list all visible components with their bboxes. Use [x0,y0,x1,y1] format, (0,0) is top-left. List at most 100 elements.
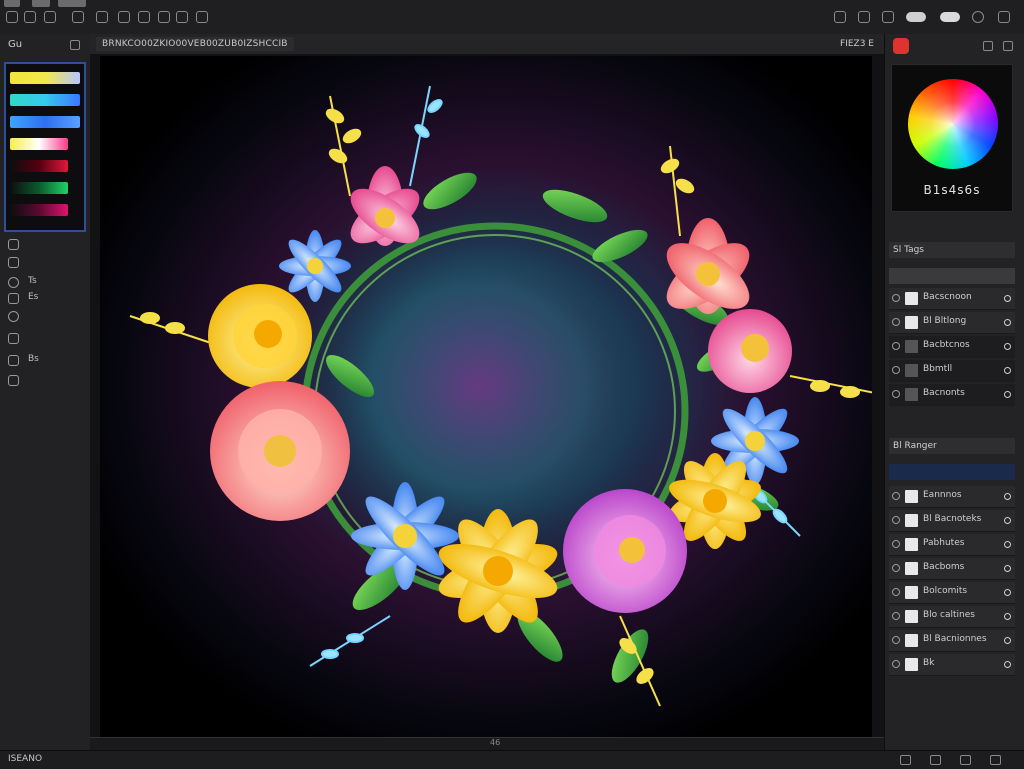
swatch[interactable] [10,138,68,150]
layer-row[interactable]: Bacnonts [889,384,1015,406]
swatch[interactable] [10,94,80,106]
layer-thumbnail [905,514,918,527]
status-icon[interactable] [900,755,911,765]
layer-options-icon[interactable] [1004,493,1011,500]
layer-options-icon[interactable] [1004,517,1011,524]
panel-menu-icon[interactable] [70,40,80,50]
blue-star-flower-bottom [351,482,459,590]
layer-search-bar[interactable] [889,268,1015,284]
view-icon[interactable] [158,11,170,23]
tool-row[interactable] [8,374,78,388]
swatch[interactable] [10,204,68,216]
visibility-eye-icon[interactable] [892,294,900,302]
tool-row[interactable] [8,256,78,270]
left-panel-header: Gu [6,38,84,54]
tool-icon [8,375,19,386]
layer-row[interactable]: Bacscnoon [889,288,1015,310]
record-icon[interactable] [893,38,909,54]
menu-icon[interactable] [6,11,18,23]
visibility-eye-icon[interactable] [892,540,900,548]
quick-mask-toggle[interactable] [940,12,960,22]
swatch[interactable] [10,182,68,194]
layer-thumbnail [905,364,918,377]
blue-star-flower [279,230,351,302]
layer-name: Bl Bacnionnes [923,634,987,644]
layer-options-icon[interactable] [1004,367,1011,374]
layers-section-header[interactable]: Sl Tags [889,242,1015,258]
layer-options-icon[interactable] [1004,565,1011,572]
brush-icon[interactable] [882,11,894,23]
image-icon[interactable] [72,11,84,23]
layer-row[interactable]: Bk [889,654,1015,676]
tool-row[interactable] [8,332,78,346]
tool-row[interactable]: Es [8,292,78,306]
tool-row[interactable]: Ts [8,276,78,290]
layer-options-icon[interactable] [1004,589,1011,596]
status-icon[interactable] [930,755,941,765]
visibility-eye-icon[interactable] [892,390,900,398]
swatch[interactable] [10,160,68,172]
window-tab-thumb[interactable] [32,0,50,7]
visibility-eye-icon[interactable] [892,516,900,524]
tool-row[interactable] [8,238,78,252]
visibility-eye-icon[interactable] [892,564,900,572]
select-icon[interactable] [118,11,130,23]
layer-row[interactable]: Bolcomits [889,582,1015,604]
visibility-eye-icon[interactable] [892,342,900,350]
status-icon[interactable] [990,755,1001,765]
layer-options-icon[interactable] [1004,637,1011,644]
visibility-eye-icon[interactable] [892,318,900,326]
filter-icon[interactable] [138,11,150,23]
panel-menu-icon[interactable] [1003,41,1013,51]
undo-icon[interactable] [834,11,846,23]
violet-rose-flower [563,489,687,613]
layer-options-icon[interactable] [1004,295,1011,302]
panel-options-icon[interactable] [983,41,993,51]
window-icon[interactable] [176,11,188,23]
share-icon[interactable] [972,11,984,23]
swatch[interactable] [10,72,80,84]
edit-icon[interactable] [44,11,56,23]
document-tab[interactable]: BRNKCO00ZKIO00VEB00ZUB0IZSHCCIB [96,37,294,51]
help-icon[interactable] [196,11,208,23]
redo-icon[interactable] [858,11,870,23]
layer-row[interactable]: Bbmtll [889,360,1015,382]
layer-row[interactable]: Bl Bacnoteks [889,510,1015,532]
layer-options-icon[interactable] [1004,613,1011,620]
visibility-eye-icon[interactable] [892,366,900,374]
layer-row[interactable]: Eannnos [889,486,1015,508]
file-icon[interactable] [24,11,36,23]
artwork-canvas[interactable] [100,56,872,738]
layer-row[interactable]: Pabhutes [889,534,1015,556]
window-tab-thumb[interactable] [4,0,20,7]
status-icon[interactable] [960,755,971,765]
layer-options-icon[interactable] [1004,319,1011,326]
swatch[interactable] [10,116,80,128]
layer-name: Bacnonts [923,388,965,398]
visibility-eye-icon[interactable] [892,612,900,620]
layer-row[interactable]: Blo caltines [889,606,1015,628]
layer-group-bar[interactable] [889,464,1015,480]
layer-options-icon[interactable] [1004,541,1011,548]
layer-row[interactable]: Bl Bltlong [889,312,1015,334]
layer-row[interactable]: Bl Bacnionnes [889,630,1015,652]
layer-icon[interactable] [96,11,108,23]
layer-options-icon[interactable] [1004,343,1011,350]
mode-toggle[interactable] [906,12,926,22]
layer-row[interactable]: Bacboms [889,558,1015,580]
visibility-eye-icon[interactable] [892,588,900,596]
visibility-eye-icon[interactable] [892,660,900,668]
settings-icon[interactable] [998,11,1010,23]
tool-icon [8,277,19,288]
tool-row[interactable]: Bs [8,354,78,368]
layer-group-header[interactable]: Bl Ranger [889,438,1015,454]
layer-options-icon[interactable] [1004,391,1011,398]
layer-row[interactable]: Bacbtcnos [889,336,1015,358]
tool-row[interactable] [8,310,78,324]
visibility-eye-icon[interactable] [892,492,900,500]
window-tab-thumb[interactable] [58,0,86,7]
layer-options-icon[interactable] [1004,661,1011,668]
visibility-eye-icon[interactable] [892,636,900,644]
layer-name: Bolcomits [923,586,968,596]
canvas-area[interactable]: 46 [90,54,884,750]
